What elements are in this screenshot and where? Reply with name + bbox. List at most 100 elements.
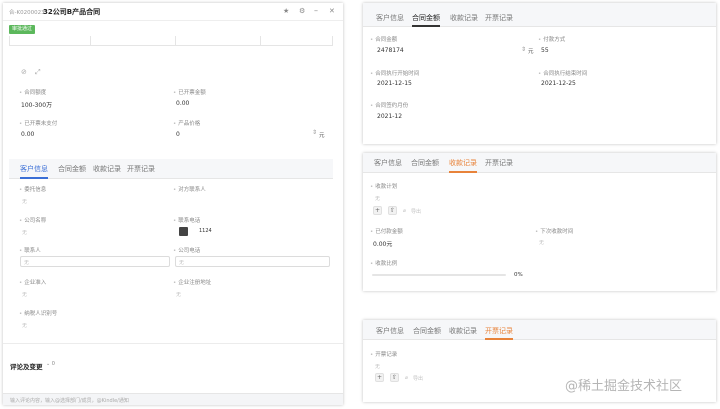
registered-address-value: 无	[176, 292, 182, 298]
tab-payment-records[interactable]: 收款记录	[449, 158, 477, 168]
contact-phone-label: • 联系电话	[173, 218, 201, 224]
product-price-value: 0	[176, 131, 180, 138]
start-date-label: • 合同执行开始时间	[370, 71, 420, 77]
contract-amount-label: • 合同金额	[370, 37, 398, 43]
tab-invoice-records[interactable]: 开票记录	[485, 326, 513, 336]
tab-contract-amount[interactable]: 合同金额	[412, 13, 440, 23]
tab-invoice-records[interactable]: 开票记录	[127, 164, 155, 174]
product-price-unit: 元	[319, 133, 325, 139]
tab-customer-info[interactable]: 客户信息	[376, 13, 404, 23]
watermark: @稀土掘金技术社区	[565, 379, 683, 394]
contract-id: 合-K0200023	[9, 10, 45, 16]
taxpayer-id-value: 无	[22, 323, 28, 329]
add-icon[interactable]: +	[375, 373, 384, 382]
contract-detail-window: 合-K0200023 32公司B产品合同 ★ ⚙ – ✕ 审批通过 ⊘ ⤢ • 合…	[3, 3, 343, 405]
export-label[interactable]: 导出	[411, 208, 421, 215]
tab-invoice-records[interactable]: 开票记录	[485, 158, 513, 168]
invoice-record-value: 无	[375, 364, 381, 370]
company-phone-input[interactable]: 无	[175, 256, 330, 267]
tab-contract-amount[interactable]: 合同金额	[411, 158, 439, 168]
next-time-value: 无	[539, 240, 545, 246]
sign-month-value: 2021-12	[377, 113, 403, 120]
sign-month-label: • 合同签约月份	[370, 103, 409, 109]
payment-progress-bar	[372, 274, 506, 276]
invoice-records-panel: 客户信息 合同金额 收款记录 开票记录 • 开票记录 无 + ⇧ ⌀ 导出 @稀土…	[363, 320, 716, 402]
expand-icon[interactable]: ⤢	[35, 68, 41, 77]
tab-customer-info[interactable]: 客户信息	[374, 158, 402, 168]
tab-payment-records[interactable]: 收款记录	[449, 326, 477, 336]
payment-records-panel: 客户信息 合同金额 收款记录 开票记录 • 收款计划 无 + ⇧ ⌀ 导出 • 已付…	[363, 153, 716, 291]
star-icon[interactable]: ★	[283, 7, 289, 15]
settings-icon[interactable]: ⚙	[299, 7, 305, 15]
company-entry-value: 无	[22, 292, 28, 298]
comments-title: 评论及变更	[10, 363, 43, 371]
tab-invoice-records[interactable]: 开票记录	[485, 13, 513, 23]
phone-avatar	[179, 227, 188, 236]
tab-customer-info[interactable]: 客户信息	[376, 326, 404, 336]
active-tab-underline	[412, 25, 440, 27]
stepper-icon[interactable]: ⇕	[521, 46, 526, 53]
contact-phone-value: 1124	[199, 228, 212, 234]
invoice-record-label: • 开票记录	[370, 352, 398, 358]
end-date-label: • 合同执行结束时间	[538, 71, 588, 77]
contract-amount-unit: 元	[528, 49, 534, 55]
close-icon[interactable]: ✕	[329, 7, 335, 15]
customer-info-label: • 委托信息	[19, 187, 47, 193]
tab-contract-amount[interactable]: 合同金额	[413, 326, 441, 336]
company-phone-label: • 公司电话	[173, 248, 201, 254]
comment-placeholder: 输入评论内容，输入@选择部门/成员，@Kindle/通知	[10, 398, 129, 404]
contact-person-label: • 联系人	[19, 248, 41, 254]
status-badge-label: 审批通过	[12, 26, 33, 32]
unpaid-invoiced-label: • 已开票未支付	[19, 121, 58, 127]
tab-payment-records[interactable]: 收款记录	[450, 13, 478, 23]
payment-plan-value: 无	[375, 196, 381, 202]
window-title: 32公司B产品合同	[43, 8, 101, 16]
tab-customer-info[interactable]: 客户信息	[20, 164, 48, 174]
paid-amount-label: • 已付款金额	[370, 229, 403, 235]
add-icon[interactable]: +	[373, 206, 382, 215]
contact-person-input[interactable]: 无	[20, 256, 170, 267]
invoiced-amount-label: • 已开票金额	[173, 90, 206, 96]
company-name-value: 无	[22, 230, 28, 236]
upload-icon[interactable]: ⇧	[388, 206, 397, 215]
attach-icon[interactable]: ⊘	[21, 68, 27, 76]
unpaid-invoiced-value: 0.00	[21, 131, 35, 138]
contract-amount-range-value: 100-300万	[21, 102, 53, 109]
next-time-label: • 下次收款时间	[535, 229, 574, 235]
export-label[interactable]: 导出	[413, 375, 423, 382]
tab-contract-amount[interactable]: 合同金额	[58, 164, 86, 174]
paid-amount-value: 0.00元	[373, 241, 393, 248]
active-tab-underline	[449, 171, 477, 173]
company-phone-value: 无	[179, 260, 185, 266]
taxpayer-id-label: • 纳税人识别号	[19, 311, 58, 317]
comments-divider	[3, 343, 343, 344]
export-icon[interactable]: ⌀	[405, 375, 408, 381]
company-name-label: • 公司名称	[19, 218, 47, 224]
contract-amount-range-label: • 合同额度	[19, 90, 47, 96]
upload-icon[interactable]: ⇧	[390, 373, 399, 382]
contract-amount-value: 2478174	[377, 47, 404, 54]
invoiced-amount-value: 0.00	[176, 100, 190, 107]
counterpart-contact-label: • 对方联系人	[173, 187, 206, 193]
company-entry-label: • 企业准入	[19, 280, 47, 286]
active-tab-underline	[485, 338, 513, 340]
start-date-value: 2021-12-15	[377, 80, 412, 87]
minimize-icon[interactable]: –	[314, 6, 318, 15]
customer-info-value: 无	[22, 199, 28, 205]
payment-method-value: 55	[541, 47, 549, 54]
chevron-down-icon[interactable]: ⌄ 0	[46, 361, 55, 367]
tab-payment-records[interactable]: 收款记录	[93, 164, 121, 174]
comment-input[interactable]: 输入评论内容，输入@选择部门/成员，@Kindle/通知	[3, 393, 343, 405]
export-icon[interactable]: ⌀	[403, 208, 406, 214]
end-date-value: 2021-12-25	[541, 80, 576, 87]
contract-amount-panel: 客户信息 合同金额 收款记录 开票记录 • 合同金额 2478174 ⇕ 元 • 付…	[363, 3, 716, 144]
payment-plan-label: • 收款计划	[370, 184, 398, 190]
registered-address-label: • 企业注册地址	[173, 280, 212, 286]
payment-ratio-value: 0%	[514, 272, 523, 278]
active-tab-underline	[20, 177, 48, 179]
stepper-icon[interactable]: ⇕	[312, 129, 317, 136]
summary-table	[9, 36, 333, 46]
title-bar: 合-K0200023 32公司B产品合同 ★ ⚙ – ✕	[3, 3, 343, 21]
status-badge: 审批通过	[9, 25, 36, 34]
product-price-label: • 产品价格	[173, 121, 201, 127]
